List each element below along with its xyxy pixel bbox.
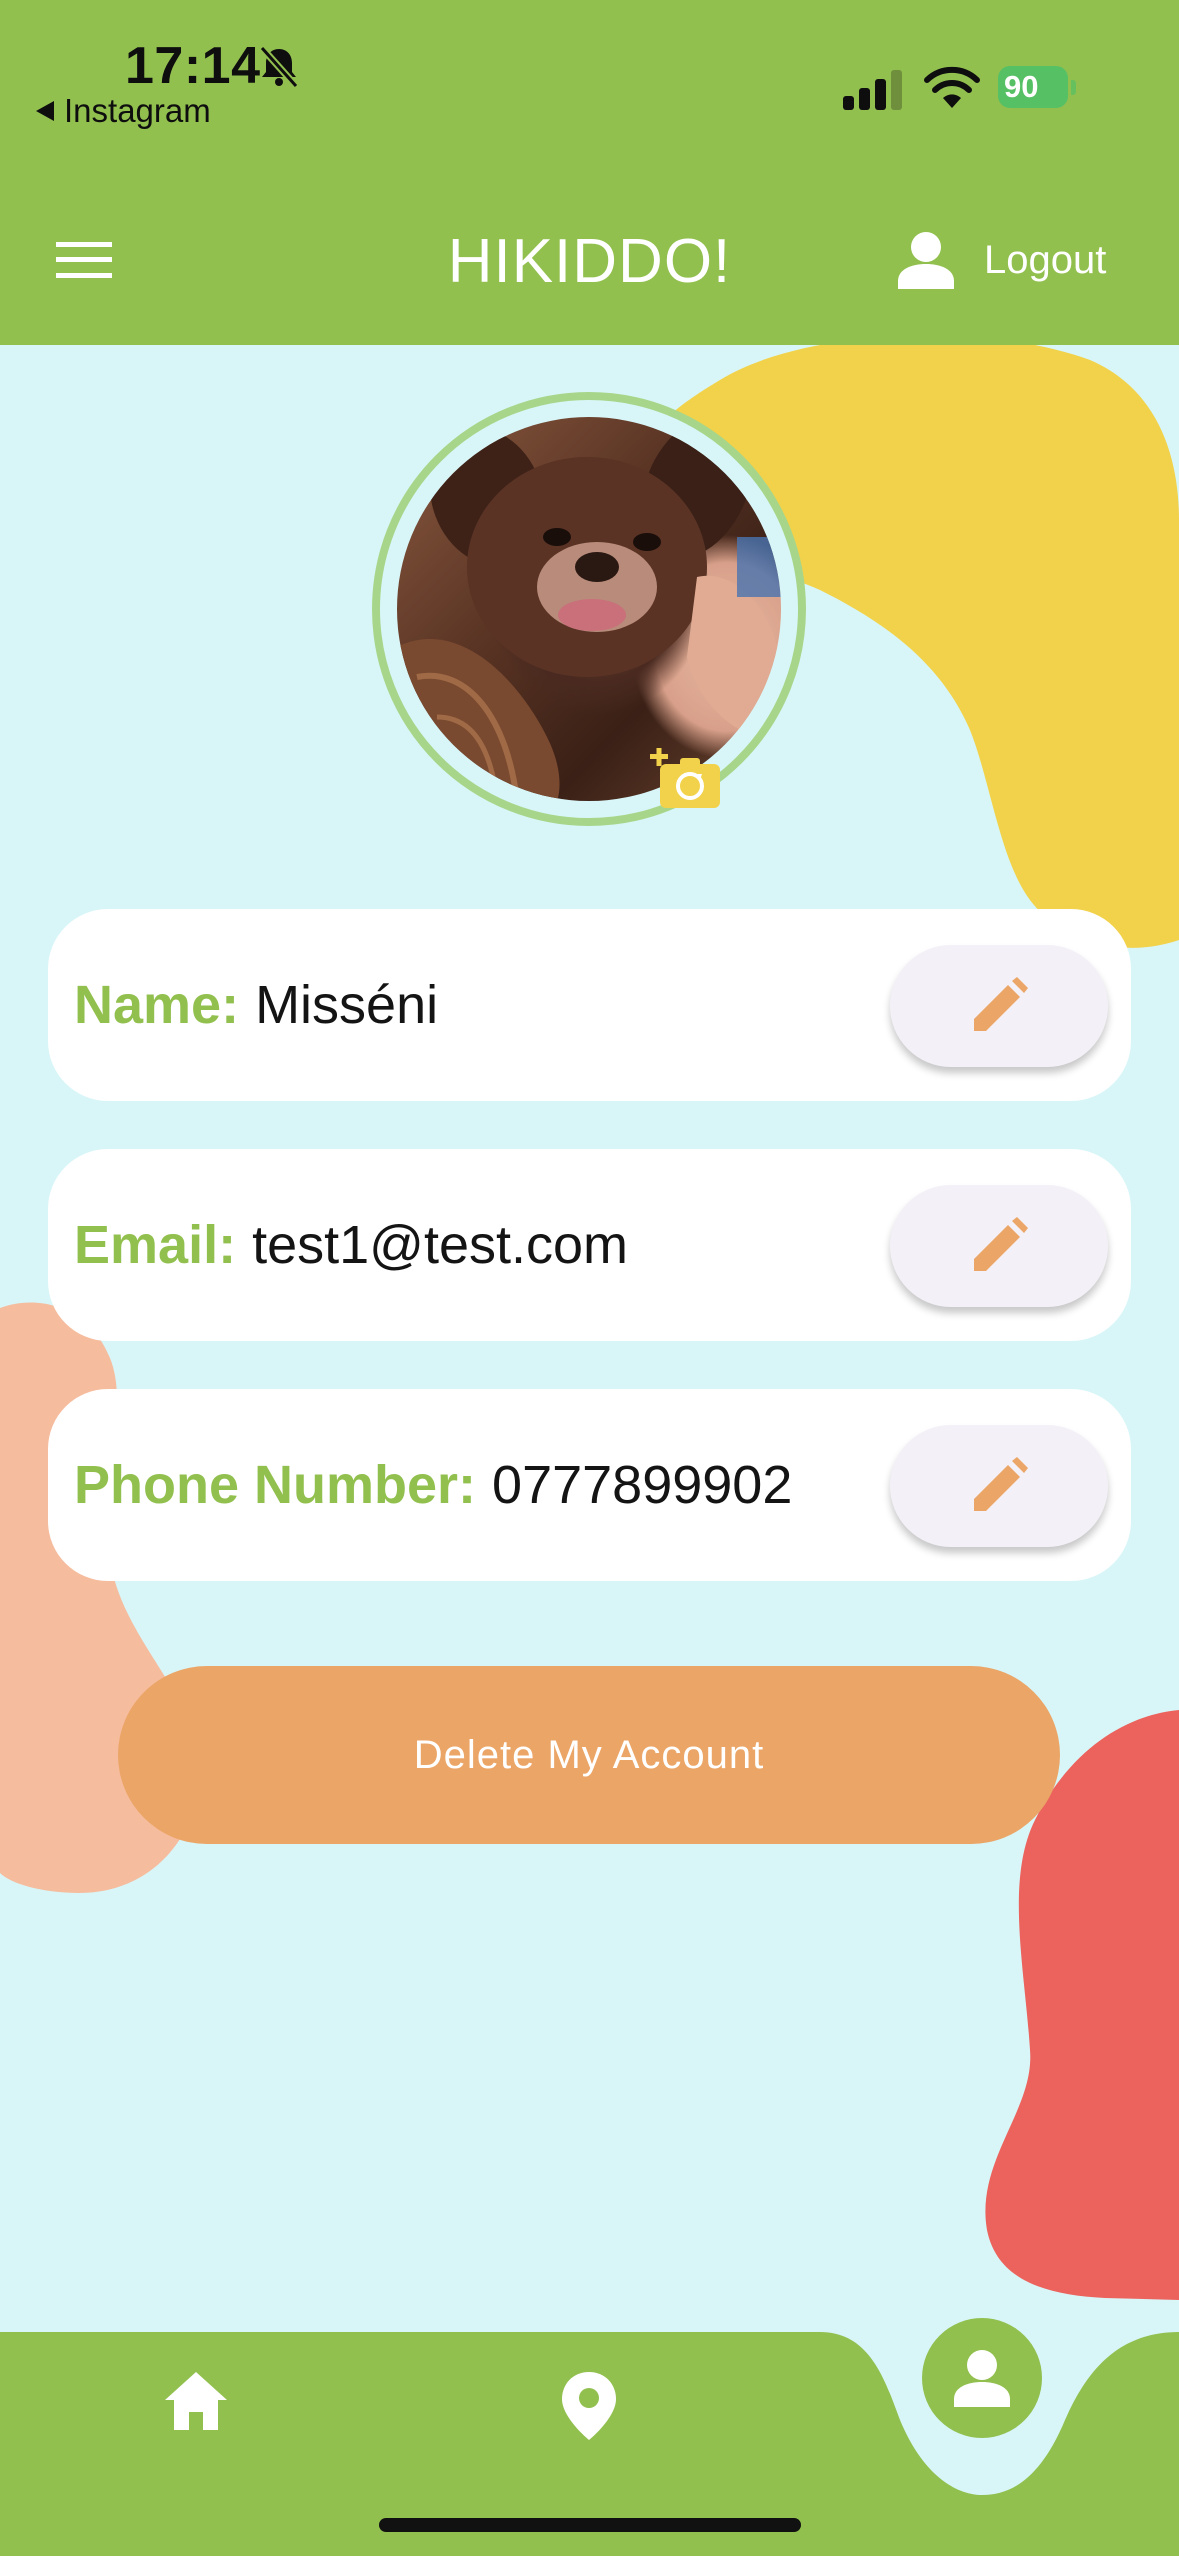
change-photo-camera-icon[interactable] bbox=[650, 748, 722, 812]
nav-home-icon[interactable] bbox=[165, 2372, 227, 2430]
back-to-app[interactable]: Instagram bbox=[36, 92, 211, 130]
back-app-label: Instagram bbox=[64, 92, 211, 129]
wifi-icon bbox=[924, 66, 980, 108]
email-label: Email: bbox=[74, 1215, 237, 1275]
status-bar: 17:14 Instagram 90 bbox=[0, 0, 1179, 170]
delete-account-button[interactable]: Delete My Account bbox=[118, 1666, 1060, 1844]
profile-avatar[interactable] bbox=[397, 417, 781, 801]
pencil-icon bbox=[974, 1457, 1028, 1511]
battery-indicator: 90 bbox=[998, 66, 1076, 110]
email-value: test1@test.com bbox=[252, 1215, 629, 1275]
nav-profile-icon bbox=[954, 2350, 1010, 2407]
edit-email-button[interactable] bbox=[890, 1185, 1108, 1307]
home-indicator bbox=[379, 2518, 801, 2532]
name-value: Misséni bbox=[255, 975, 439, 1035]
edit-name-button[interactable] bbox=[890, 945, 1108, 1067]
phone-card: Phone Number: 0777899902 bbox=[48, 1389, 1131, 1581]
pencil-icon bbox=[974, 977, 1028, 1031]
phone-label: Phone Number: bbox=[74, 1455, 477, 1515]
battery-cap bbox=[1071, 80, 1076, 95]
status-time: 17:14 bbox=[125, 37, 261, 95]
phone-value: 0777899902 bbox=[492, 1455, 793, 1515]
edit-phone-button[interactable] bbox=[890, 1425, 1108, 1547]
cellular-signal-icon bbox=[843, 70, 902, 110]
user-icon bbox=[898, 232, 954, 289]
back-arrow-icon bbox=[36, 101, 54, 121]
logout-label: Logout bbox=[984, 237, 1107, 282]
logout-button[interactable]: Logout bbox=[898, 230, 1106, 290]
nav-profile-button[interactable] bbox=[922, 2318, 1042, 2438]
avatar-photo bbox=[397, 417, 781, 801]
name-label: Name: bbox=[74, 975, 240, 1035]
nav-location-pin-icon[interactable] bbox=[560, 2372, 618, 2440]
battery-level: 90 bbox=[998, 66, 1068, 108]
email-row: Email: test1@test.com bbox=[74, 1149, 628, 1341]
name-row: Name: Misséni bbox=[74, 909, 438, 1101]
app-bar: HIKIDDO! Logout bbox=[0, 170, 1179, 345]
bell-muted-icon bbox=[259, 45, 299, 89]
pencil-icon bbox=[974, 1217, 1028, 1271]
phone-row: Phone Number: 0777899902 bbox=[74, 1389, 792, 1581]
name-card: Name: Misséni bbox=[48, 909, 1131, 1101]
email-card: Email: test1@test.com bbox=[48, 1149, 1131, 1341]
